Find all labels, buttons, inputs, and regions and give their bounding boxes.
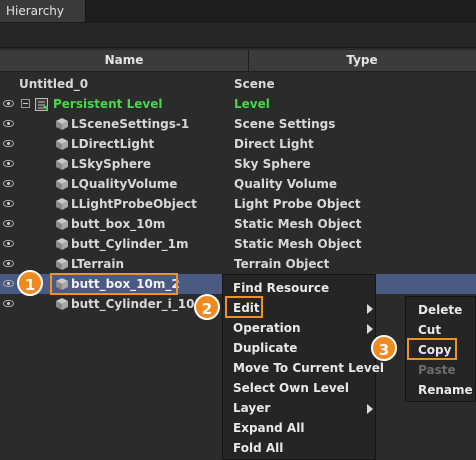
tree-row-type: Terrain Object xyxy=(234,257,330,271)
menu-item-move-to-current-level[interactable]: Move To Current Level xyxy=(233,358,384,378)
tree-row-type: Level xyxy=(234,97,270,111)
tree-row-name: LDirectLight xyxy=(71,137,155,151)
tree-row-name: LTerrain xyxy=(71,257,124,271)
step-3-highlight xyxy=(407,338,457,360)
menu-item-layer[interactable]: Layer xyxy=(233,398,270,418)
tree-row[interactable]: LDirectLight Direct Light xyxy=(0,134,476,154)
search-bar[interactable] xyxy=(0,22,476,48)
tree-row-name: LSceneSettings-1 xyxy=(71,117,190,131)
tree-row-name: LLightProbeObject xyxy=(71,197,197,211)
object-cube-icon xyxy=(56,258,68,270)
tree-row[interactable]: LTerrain Terrain Object xyxy=(0,254,476,274)
visibility-eye-icon[interactable] xyxy=(0,194,17,214)
tree-row[interactable]: LLightProbeObject Light Probe Object xyxy=(0,194,476,214)
menu-item-delete[interactable]: Delete xyxy=(418,300,462,320)
menu-item-operation[interactable]: Operation xyxy=(233,318,301,338)
tab-hierarchy-label: Hierarchy xyxy=(6,4,65,18)
visibility-eye-icon[interactable] xyxy=(0,214,17,234)
step-2-highlight xyxy=(225,296,263,318)
tree-row-name: Untitled_0 xyxy=(19,77,89,91)
step-1-highlight xyxy=(50,273,178,295)
tree-row[interactable]: LQualityVolume Quality Volume xyxy=(0,174,476,194)
visibility-eye-icon[interactable] xyxy=(0,154,17,174)
visibility-eye-icon[interactable] xyxy=(0,274,17,294)
column-header: Name Type xyxy=(0,50,476,72)
tree-row-name: LQualityVolume xyxy=(71,177,178,191)
menu-item-duplicate[interactable]: Duplicate xyxy=(233,338,297,358)
object-cube-icon xyxy=(56,178,68,190)
tree-row-persistent-level[interactable]: Persistent Level Level xyxy=(0,94,476,114)
tree-row-scene[interactable]: Untitled_0 Scene xyxy=(0,74,476,94)
menu-item-expand-all[interactable]: Expand All xyxy=(233,418,304,438)
tree-row[interactable]: LSceneSettings-1 Scene Settings xyxy=(0,114,476,134)
tree-row-type: Scene xyxy=(234,77,275,91)
object-cube-icon xyxy=(56,158,68,170)
object-cube-icon xyxy=(56,118,68,130)
menu-item-select-own-level[interactable]: Select Own Level xyxy=(233,378,349,398)
submenu-arrow-icon xyxy=(367,324,373,334)
step-badge-1: 1 xyxy=(17,270,43,296)
tab-bar: Hierarchy xyxy=(0,0,476,22)
tree-row-type: Quality Volume xyxy=(234,177,337,191)
visibility-eye-icon[interactable] xyxy=(0,294,17,314)
visibility-eye-icon[interactable] xyxy=(0,174,17,194)
tree-row-name: butt_box_10m xyxy=(71,217,166,231)
visibility-eye-icon[interactable] xyxy=(0,114,17,134)
tree-row-type: Sky Sphere xyxy=(234,157,311,171)
level-icon xyxy=(35,97,48,111)
tree-row[interactable]: LSkySphere Sky Sphere xyxy=(0,154,476,174)
visibility-eye-icon[interactable] xyxy=(0,94,17,114)
tree-row-name: butt_Cylinder_1m xyxy=(71,237,189,251)
submenu-arrow-icon xyxy=(367,304,373,314)
menu-item-find-resource[interactable]: Find Resource xyxy=(233,278,329,298)
visibility-eye-icon[interactable] xyxy=(0,254,17,274)
column-header-name[interactable]: Name xyxy=(0,50,249,71)
tree-row-type: Direct Light xyxy=(234,137,314,151)
step-badge-2: 2 xyxy=(194,294,220,320)
visibility-eye-icon[interactable] xyxy=(0,234,17,254)
tree-row-type: Light Probe Object xyxy=(234,197,361,211)
menu-item-fold-all[interactable]: Fold All xyxy=(233,438,283,458)
object-cube-icon xyxy=(56,218,68,230)
tree-row-name: Persistent Level xyxy=(53,97,163,111)
visibility-eye-icon[interactable] xyxy=(0,134,17,154)
object-cube-icon xyxy=(56,198,68,210)
tree-row[interactable]: butt_box_10m Static Mesh Object xyxy=(0,214,476,234)
object-cube-icon xyxy=(56,298,68,310)
tab-hierarchy[interactable]: Hierarchy xyxy=(0,0,86,22)
menu-item-rename[interactable]: Rename xyxy=(418,380,473,400)
tree-row[interactable]: butt_Cylinder_1m Static Mesh Object xyxy=(0,234,476,254)
menu-item-cut[interactable]: Cut xyxy=(418,320,441,340)
tree-row-type: Scene Settings xyxy=(234,117,336,131)
step-badge-3: 3 xyxy=(371,335,397,361)
column-header-type[interactable]: Type xyxy=(248,50,476,71)
submenu-arrow-icon xyxy=(367,404,373,414)
tree-row-name: LSkySphere xyxy=(71,157,152,171)
tree-row-name: butt_Cylinder_i_10m xyxy=(71,297,207,311)
tree-row-type: Static Mesh Object xyxy=(234,237,362,251)
object-cube-icon xyxy=(56,238,68,250)
collapse-toggle-icon[interactable] xyxy=(21,99,30,108)
object-cube-icon xyxy=(56,138,68,150)
tree-row-type: Static Mesh Object xyxy=(234,217,362,231)
menu-item-paste[interactable]: Paste xyxy=(418,360,456,380)
